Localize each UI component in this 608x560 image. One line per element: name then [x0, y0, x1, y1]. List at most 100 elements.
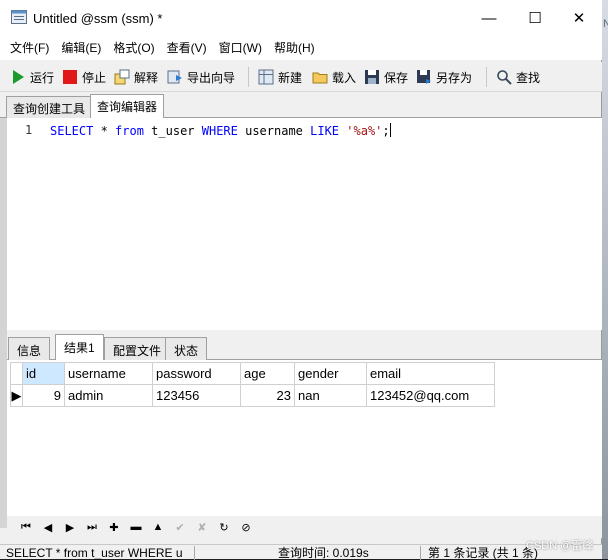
- cell-id[interactable]: 9: [22, 384, 65, 407]
- status-bar: SELECT * from t_user WHERE u 查询时间: 0.019…: [0, 544, 602, 560]
- table-row[interactable]: ▶ 9 admin 123456 23 nan 123452@qq.com: [10, 384, 495, 407]
- result-grid-area: id username password age gender email ▶ …: [7, 360, 602, 516]
- line-number: 1: [25, 123, 33, 137]
- first-record-button[interactable]: ⏮: [15, 518, 37, 536]
- save-button[interactable]: 保存: [364, 67, 408, 87]
- sql-keyword: from: [115, 124, 144, 138]
- watermark: CSDN @雷峰: [526, 540, 594, 552]
- run-label: 运行: [30, 70, 55, 85]
- load-label: 载入: [332, 70, 357, 85]
- text-caret: [389, 123, 391, 137]
- menu-format[interactable]: 格式(O): [107, 36, 160, 60]
- explain-icon: [114, 69, 130, 85]
- sql-text: ;: [382, 124, 390, 138]
- menu-file[interactable]: 文件(F): [4, 36, 55, 60]
- menu-view[interactable]: 查看(V): [161, 36, 213, 60]
- column-header-email[interactable]: email: [366, 362, 495, 385]
- background-window-edge: [602, 0, 608, 559]
- folder-icon: [312, 72, 328, 84]
- row-indicator-header: [10, 362, 23, 385]
- cell-username[interactable]: admin: [64, 384, 153, 407]
- export-wizard-button[interactable]: 导出向导: [167, 67, 235, 87]
- window-title: Untitled @ssm (ssm) *: [33, 11, 163, 26]
- explain-label: 解释: [134, 70, 159, 85]
- next-record-button[interactable]: ▶: [59, 518, 81, 536]
- tab-query-builder[interactable]: 查询创建工具: [6, 96, 93, 118]
- toolbar-separator: [486, 67, 487, 87]
- save-as-label: 另存为: [436, 70, 473, 85]
- query-app-icon: [11, 10, 27, 24]
- toolbar: 运行 停止 解释 导出向导 新建 载入 保存 另存为 查找: [0, 62, 602, 142]
- status-divider: [420, 546, 421, 560]
- close-button[interactable]: ✕: [556, 0, 602, 36]
- menu-help[interactable]: 帮助(H): [268, 36, 321, 60]
- sql-code[interactable]: SELECT * from t_user WHERE username LIKE…: [50, 123, 391, 138]
- find-button[interactable]: 查找: [496, 67, 540, 87]
- sql-text: username: [237, 124, 311, 138]
- last-record-button[interactable]: ⏭: [81, 518, 103, 536]
- delete-record-button[interactable]: ▬: [125, 518, 147, 536]
- new-query-icon: [258, 69, 274, 85]
- title-bar: Untitled @ssm (ssm) * — ☐ ✕: [0, 0, 602, 36]
- tab-result1[interactable]: 结果1: [55, 334, 104, 361]
- sql-string: '%a%': [346, 124, 383, 138]
- cell-password[interactable]: 123456: [152, 384, 241, 407]
- tab-profile[interactable]: 配置文件: [104, 337, 171, 360]
- stop-fetch-button[interactable]: ⊘: [235, 518, 257, 536]
- cell-age[interactable]: 23: [240, 384, 295, 407]
- column-header-username[interactable]: username: [64, 362, 153, 385]
- line-gutter: 1: [7, 118, 43, 330]
- sql-keyword: SELECT: [50, 124, 94, 138]
- left-panel-strip: [0, 118, 7, 528]
- tab-query-editor[interactable]: 查询编辑器: [90, 94, 165, 119]
- tab-status[interactable]: 状态: [165, 337, 208, 360]
- sql-text: *: [93, 124, 116, 138]
- menu-edit[interactable]: 编辑(E): [55, 36, 107, 60]
- column-header-age[interactable]: age: [240, 362, 295, 385]
- confirm-changes-button[interactable]: ✔: [169, 518, 191, 536]
- menu-bar: 文件(F) 编辑(E) 格式(O) 查看(V) 窗口(W) 帮助(H): [0, 36, 602, 60]
- maximize-button[interactable]: ☐: [512, 0, 558, 36]
- save-icon: [365, 70, 379, 84]
- export-wizard-label: 导出向导: [187, 70, 236, 85]
- apply-changes-button[interactable]: ▲: [147, 518, 169, 536]
- discard-changes-button[interactable]: ✘: [191, 518, 213, 536]
- sql-keyword: LIKE: [310, 124, 340, 138]
- toolbar-separator: [248, 67, 249, 87]
- save-label: 保存: [384, 70, 409, 85]
- load-button[interactable]: 载入: [312, 67, 356, 87]
- new-label: 新建: [278, 70, 303, 85]
- tab-info[interactable]: 信息: [8, 337, 51, 360]
- run-button[interactable]: 运行: [10, 67, 54, 87]
- stop-button[interactable]: 停止: [62, 67, 106, 87]
- stop-label: 停止: [82, 70, 107, 85]
- background-peek-text: N: [603, 18, 608, 30]
- explain-button[interactable]: 解释: [114, 67, 158, 87]
- cell-email[interactable]: 123452@qq.com: [366, 384, 495, 407]
- play-icon: [13, 70, 24, 84]
- menu-window[interactable]: 窗口(W): [213, 36, 268, 60]
- status-divider: [194, 546, 195, 560]
- result-grid: id username password age gender email ▶ …: [10, 362, 495, 407]
- column-header-id[interactable]: id: [22, 362, 65, 385]
- find-label: 查找: [516, 70, 541, 85]
- column-header-password[interactable]: password: [152, 362, 241, 385]
- cell-gender[interactable]: nan: [294, 384, 367, 407]
- export-icon: [167, 70, 182, 84]
- add-record-button[interactable]: ✚: [103, 518, 125, 536]
- column-header-gender[interactable]: gender: [294, 362, 367, 385]
- prev-record-button[interactable]: ◀: [37, 518, 59, 536]
- grid-header-row: id username password age gender email: [10, 362, 495, 385]
- save-as-button[interactable]: 另存为: [416, 67, 472, 87]
- refresh-button[interactable]: ↻: [213, 518, 235, 536]
- search-icon: [497, 70, 512, 85]
- save-as-icon: [417, 70, 431, 84]
- record-navigator: ⏮ ◀ ▶ ⏭ ✚ ▬ ▲ ✔ ✘ ↻ ⊘: [7, 516, 602, 538]
- query-window: Untitled @ssm (ssm) * — ☐ ✕ 文件(F) 编辑(E) …: [0, 0, 602, 560]
- result-tab-bar: 信息 结果1 配置文件 状态: [7, 334, 602, 361]
- new-button[interactable]: 新建: [258, 67, 302, 87]
- minimize-button[interactable]: —: [466, 0, 512, 36]
- stop-icon: [63, 70, 77, 84]
- sql-editor[interactable]: 1 SELECT * from t_user WHERE username LI…: [7, 118, 602, 330]
- sql-text: t_user: [143, 124, 202, 138]
